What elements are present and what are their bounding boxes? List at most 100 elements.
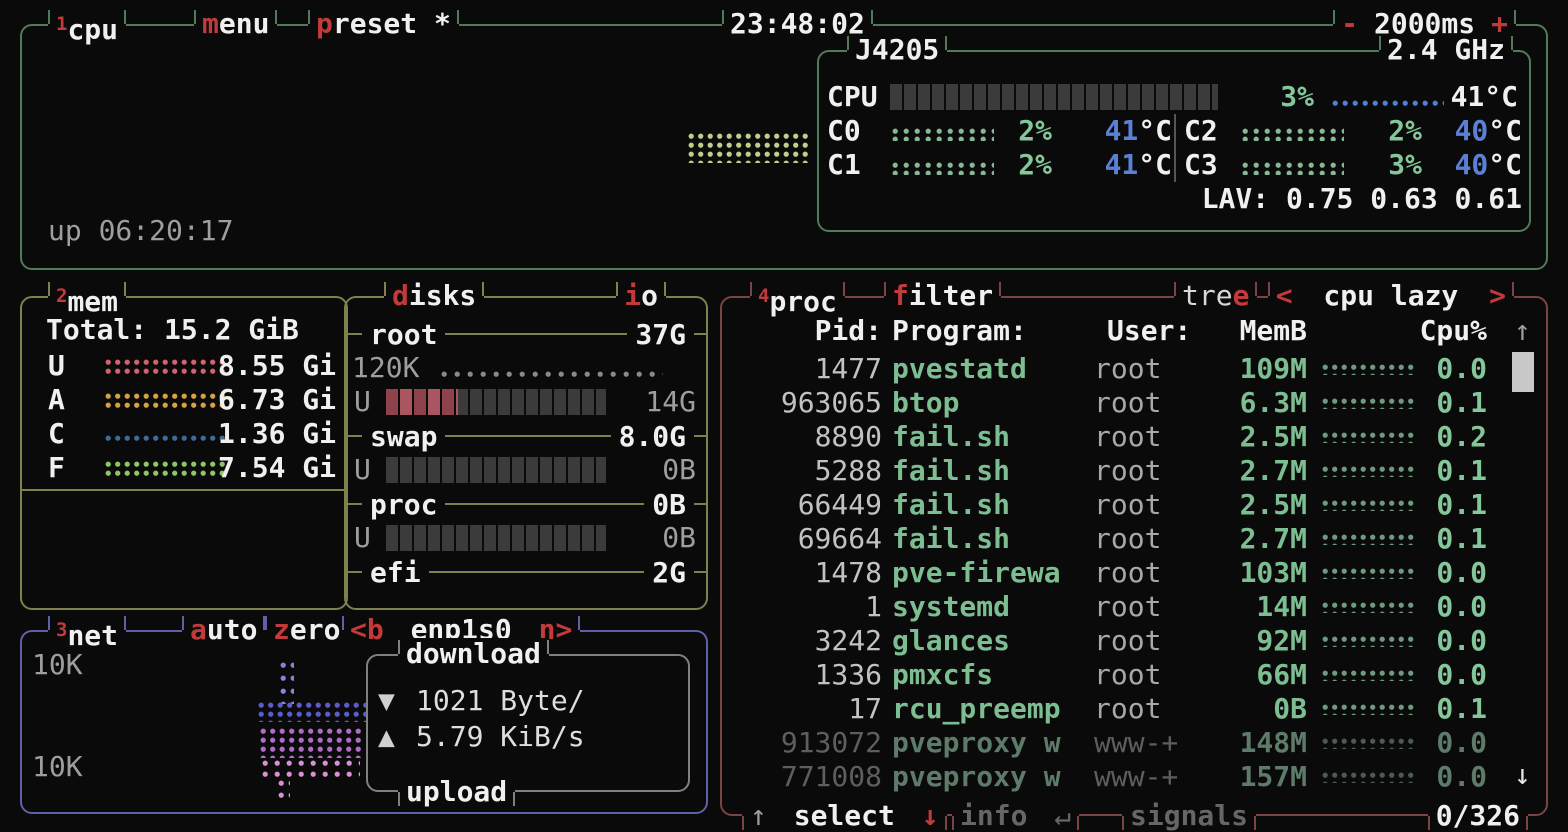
mem-row-free: F 7.54 Gi [22,451,342,485]
io-mode-toggle[interactable]: io [616,280,666,312]
process-pid: 1477 [742,352,882,386]
net-zero-button[interactable]: zero [265,614,348,646]
interval-decrease-button[interactable]: - [1341,7,1358,40]
net-download-graph [258,702,368,722]
process-pid: 66449 [742,488,882,522]
btop-terminal: 1cpu menu preset * 23:48:02 -2000ms+ up … [0,0,1568,832]
proc-box-toggle[interactable]: 4proc [750,280,845,312]
proc-table-header: Pid: Program: User: MemB Cpu% ↑ [722,314,1542,348]
net-speed-panel: download upload ▼ 1021 Byte/ ▲ 5.79 KiB/… [366,654,690,792]
process-cpu-graph [1322,432,1414,443]
mem-used-graph [105,359,225,376]
process-row[interactable]: 1 systemd root 14M 0.0 [722,590,1546,624]
net-auto-button[interactable]: auto [182,614,265,646]
process-row[interactable]: 69664 fail.sh root 2.7M 0.1 [722,522,1546,556]
cpu-shortcut-number: 1 [56,13,67,35]
info-button[interactable]: info ↵ [952,800,1079,832]
process-row[interactable]: 913072 pveproxy w www-+ 148M 0.0 [722,726,1546,760]
process-mem: 92M [1192,624,1307,658]
process-cpu-percent: 0.1 [1412,488,1487,522]
enter-key-icon: ↵ [1054,799,1071,832]
download-arrow-icon: ▼ [378,684,395,718]
process-name: rcu_preemp [892,692,1102,726]
process-name: pmxcfs [892,658,1102,692]
process-row[interactable]: 963065 btop root 6.3M 0.1 [722,386,1546,420]
mem-available-graph [105,393,225,410]
process-cpu-graph [1322,670,1414,681]
col-mem[interactable]: MemB [1192,314,1307,348]
filter-button[interactable]: filter [884,280,1001,312]
sort-mode: cpu lazy [1323,279,1458,312]
process-row[interactable]: 66449 fail.sh root 2.5M 0.1 [722,488,1546,522]
upload-label: upload [398,776,515,808]
tree-button[interactable]: tree [1174,280,1257,312]
process-pid: 8890 [742,420,882,454]
cpu-total-label: CPU [827,80,878,114]
col-pid[interactable]: Pid: [742,314,882,348]
core-row-c2: C2 2% 40°C [819,114,1525,148]
preset-button[interactable]: preset * [308,8,459,40]
core-row-c3: C3 3% 40°C [819,148,1525,182]
select-up-icon[interactable]: ↑ [750,799,767,832]
process-cpu-graph [1322,704,1414,715]
process-count: 0/326 [1428,800,1528,832]
process-row[interactable]: 3242 glances root 92M 0.0 [722,624,1546,658]
process-mem: 2.7M [1192,522,1307,556]
mem-row-available: A 6.73 Gi [22,383,342,417]
process-row[interactable]: 1477 pvestatd root 109M 0.0 [722,352,1546,386]
scroll-up-icon[interactable]: ↑ [1514,314,1531,348]
process-cpu-graph [1322,568,1414,579]
sort-selector[interactable]: < cpu lazy > [1268,280,1514,312]
col-program[interactable]: Program: [892,314,1027,348]
disk-swap-meter [386,457,606,483]
process-cpu-graph [1322,466,1414,477]
process-mem: 103M [1192,556,1307,590]
uptime: up 06:20:17 [48,214,233,248]
signals-button[interactable]: signals [1122,800,1256,832]
menu-button[interactable]: menu [194,8,277,40]
disk-root-io-row: 120K [346,351,702,385]
process-row[interactable]: 1478 pve-firewa root 103M 0.0 [722,556,1546,590]
process-name: pveproxy w [892,760,1102,794]
disk-root-io-value: 120K [352,351,419,385]
net-shortcut-number: 3 [56,619,67,641]
disk-root-header: root37G [346,317,706,351]
process-pid: 771008 [742,760,882,794]
sort-next-button[interactable]: > [1489,279,1506,312]
process-mem: 157M [1192,760,1307,794]
process-cpu-percent: 0.0 [1412,760,1487,794]
upload-arrow-icon: ▲ [378,720,395,754]
process-row[interactable]: 1336 pmxcfs root 66M 0.0 [722,658,1546,692]
process-mem: 2.5M [1192,420,1307,454]
process-name: systemd [892,590,1102,624]
process-pid: 5288 [742,454,882,488]
process-pid: 913072 [742,726,882,760]
process-cpu-graph [1322,772,1414,783]
mem-row-cached: C 1.36 Gi [22,417,342,451]
net-box-toggle[interactable]: 3net [48,614,126,646]
col-cpu[interactable]: Cpu% [1372,314,1487,348]
select-control[interactable]: ↑ select ↓ [742,800,947,832]
process-cpu-percent: 0.1 [1412,386,1487,420]
disk-efi-header: efi2G [346,555,706,589]
disks-box: disks io root37G 120K U 14G swap8.0G U 0… [344,296,708,610]
cpu-box-toggle[interactable]: 1cpu [48,8,126,40]
disks-toggle[interactable]: disks [384,280,484,312]
sort-prev-button[interactable]: < [1276,279,1293,312]
process-row[interactable]: 5288 fail.sh root 2.7M 0.1 [722,454,1546,488]
select-down-icon[interactable]: ↓ [922,799,939,832]
process-cpu-graph [1322,534,1414,545]
process-row[interactable]: 771008 pveproxy w www-+ 157M 0.0 [722,760,1546,794]
process-row[interactable]: 8890 fail.sh root 2.5M 0.2 [722,420,1546,454]
disk-root-used-row: U 14G [346,385,702,419]
process-cpu-graph [1322,636,1414,647]
process-cpu-graph [1322,398,1414,409]
iface-prev-button[interactable]: <b [350,613,384,646]
mem-box-toggle[interactable]: 2mem [48,280,126,312]
process-name: glances [892,624,1102,658]
cpu-usage-graph [688,133,808,163]
col-user[interactable]: User: [1107,314,1191,348]
process-row[interactable]: 17 rcu_preemp root 0B 0.1 [722,692,1546,726]
process-pid: 1478 [742,556,882,590]
process-cpu-percent: 0.1 [1412,522,1487,556]
